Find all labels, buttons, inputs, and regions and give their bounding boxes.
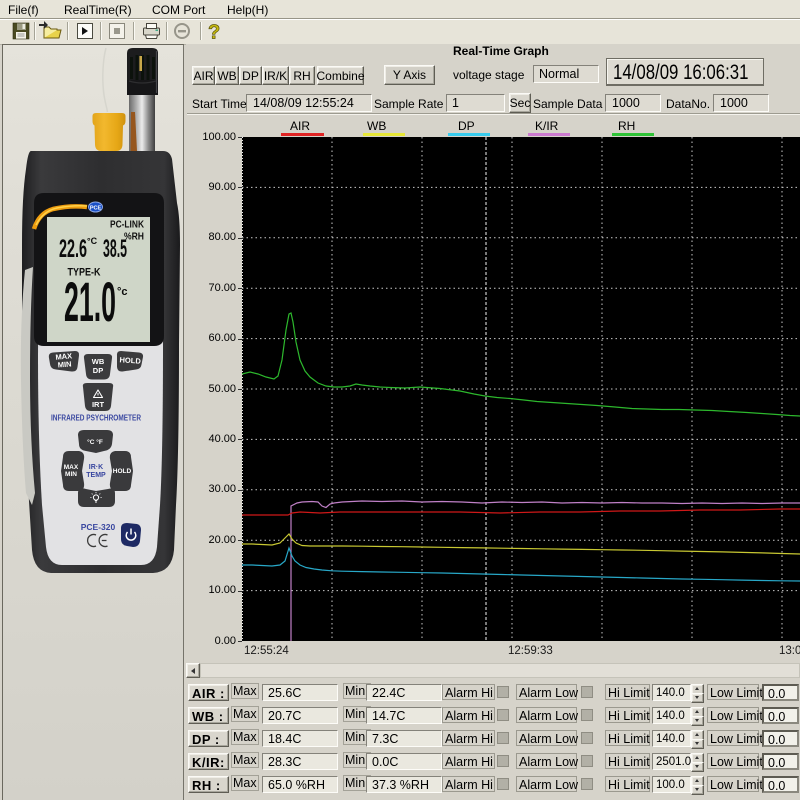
svg-text:INFRARED PSYCHROMETER: INFRARED PSYCHROMETER — [51, 414, 141, 423]
svg-text:IRT: IRT — [92, 400, 105, 409]
svg-text:PCE: PCE — [90, 206, 102, 212]
svg-text:IR·K: IR·K — [89, 464, 103, 471]
svg-text:°c: °c — [117, 286, 128, 298]
svg-text:TEMP: TEMP — [86, 472, 106, 479]
svg-text:PC-LINK: PC-LINK — [110, 220, 145, 231]
svg-text:DP: DP — [93, 366, 103, 375]
svg-text:°C: °C — [87, 236, 98, 246]
svg-text:MIN: MIN — [65, 471, 77, 478]
svg-text:38.5: 38.5 — [103, 235, 127, 263]
svg-text:MAX: MAX — [64, 464, 79, 471]
svg-text:WB: WB — [92, 357, 105, 366]
svg-text:HOLD: HOLD — [113, 468, 132, 475]
svg-text:%RH: %RH — [124, 232, 144, 243]
svg-text:HOLD: HOLD — [119, 355, 141, 366]
svg-text:21.0: 21.0 — [64, 270, 116, 333]
svg-text:°C °F: °C °F — [87, 438, 103, 446]
svg-text:PCE-320: PCE-320 — [81, 522, 116, 532]
svg-text:?: ? — [208, 22, 220, 44]
svg-text:22.6: 22.6 — [59, 235, 87, 263]
svg-text:MIN: MIN — [57, 359, 71, 369]
